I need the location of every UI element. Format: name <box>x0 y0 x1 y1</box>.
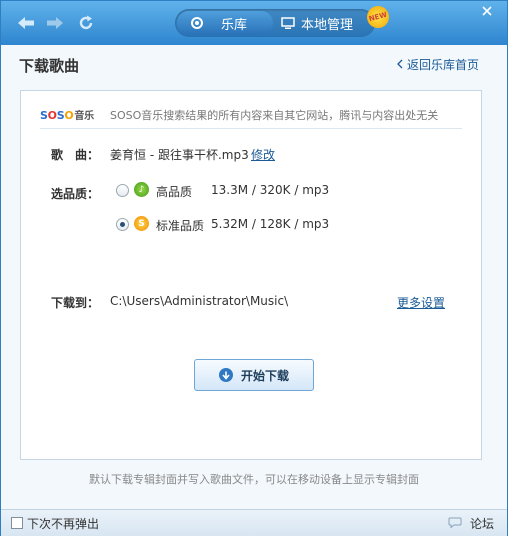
tab-local-label: 本地管理 <box>301 17 354 33</box>
song-name: 姜育恒 - 跟往事干杯.mp3 <box>110 148 249 162</box>
close-icon[interactable] <box>479 3 495 19</box>
chevron-left-icon <box>397 58 403 72</box>
chat-bubble-icon <box>448 517 462 531</box>
tab-library[interactable]: 乐库 <box>177 11 273 35</box>
tab-library-label: 乐库 <box>221 17 248 33</box>
download-dialog: 乐库 本地管理 NEW 下载歌曲 返回乐库首页 SOSO音乐 SOSO音乐搜索结… <box>0 0 508 536</box>
more-settings-link[interactable]: 更多设置 <box>397 294 445 311</box>
download-arrow-icon <box>218 368 233 382</box>
forum-link[interactable]: 论坛 <box>448 515 494 532</box>
dont-show-again-checkbox[interactable] <box>11 517 23 529</box>
high-quality-label: 高品质 <box>156 185 193 199</box>
dont-show-again-label[interactable]: 下次不再弹出 <box>27 515 99 532</box>
title-bar: 乐库 本地管理 NEW <box>1 1 507 45</box>
standard-quality-icon: S <box>134 216 149 231</box>
refresh-icon[interactable] <box>77 15 95 31</box>
divider <box>40 128 462 129</box>
download-panel: SOSO音乐 SOSO音乐搜索结果的所有内容来自其它网站，腾讯与内容出处无关 歌… <box>20 90 482 460</box>
source-disclaimer: SOSO音乐搜索结果的所有内容来自其它网站，腾讯与内容出处无关 <box>110 109 439 122</box>
standard-quality-radio[interactable] <box>116 218 129 231</box>
album-cover-note: 默认下载专辑封面并写入歌曲文件，可以在移动设备上显示专辑封面 <box>89 473 419 486</box>
soso-music-logo: SOSO音乐 <box>40 109 94 122</box>
back-arrow-icon[interactable] <box>17 15 35 31</box>
song-label: 歌 曲： <box>51 148 100 162</box>
quality-label: 选品质： <box>51 187 100 201</box>
high-quality-icon: ♪ <box>134 182 149 197</box>
start-download-button[interactable]: 开始下载 <box>194 359 314 391</box>
disc-icon <box>191 17 203 29</box>
main-tabs: 乐库 本地管理 <box>175 9 375 37</box>
back-link-label: 返回乐库首页 <box>407 58 480 72</box>
back-to-library-link[interactable]: 返回乐库首页 <box>397 56 479 73</box>
download-path: C:\Users\Administrator\Music\ <box>110 294 289 308</box>
page-title: 下载歌曲 <box>19 57 80 75</box>
bottom-bar: 下次不再弹出 论坛 <box>1 509 507 536</box>
tab-local-management[interactable]: 本地管理 <box>273 11 373 35</box>
monitor-icon <box>281 16 295 30</box>
start-download-label: 开始下载 <box>240 368 289 383</box>
forward-arrow-icon[interactable] <box>46 15 64 31</box>
forum-label: 论坛 <box>470 517 495 531</box>
high-quality-info: 13.3M / 320K / mp3 <box>211 183 330 197</box>
modify-song-link[interactable]: 修改 <box>251 146 275 163</box>
high-quality-radio[interactable] <box>116 184 129 197</box>
standard-quality-label: 标准品质 <box>156 219 205 233</box>
standard-quality-info: 5.32M / 128K / mp3 <box>211 217 330 231</box>
download-to-label: 下载到： <box>51 296 100 310</box>
